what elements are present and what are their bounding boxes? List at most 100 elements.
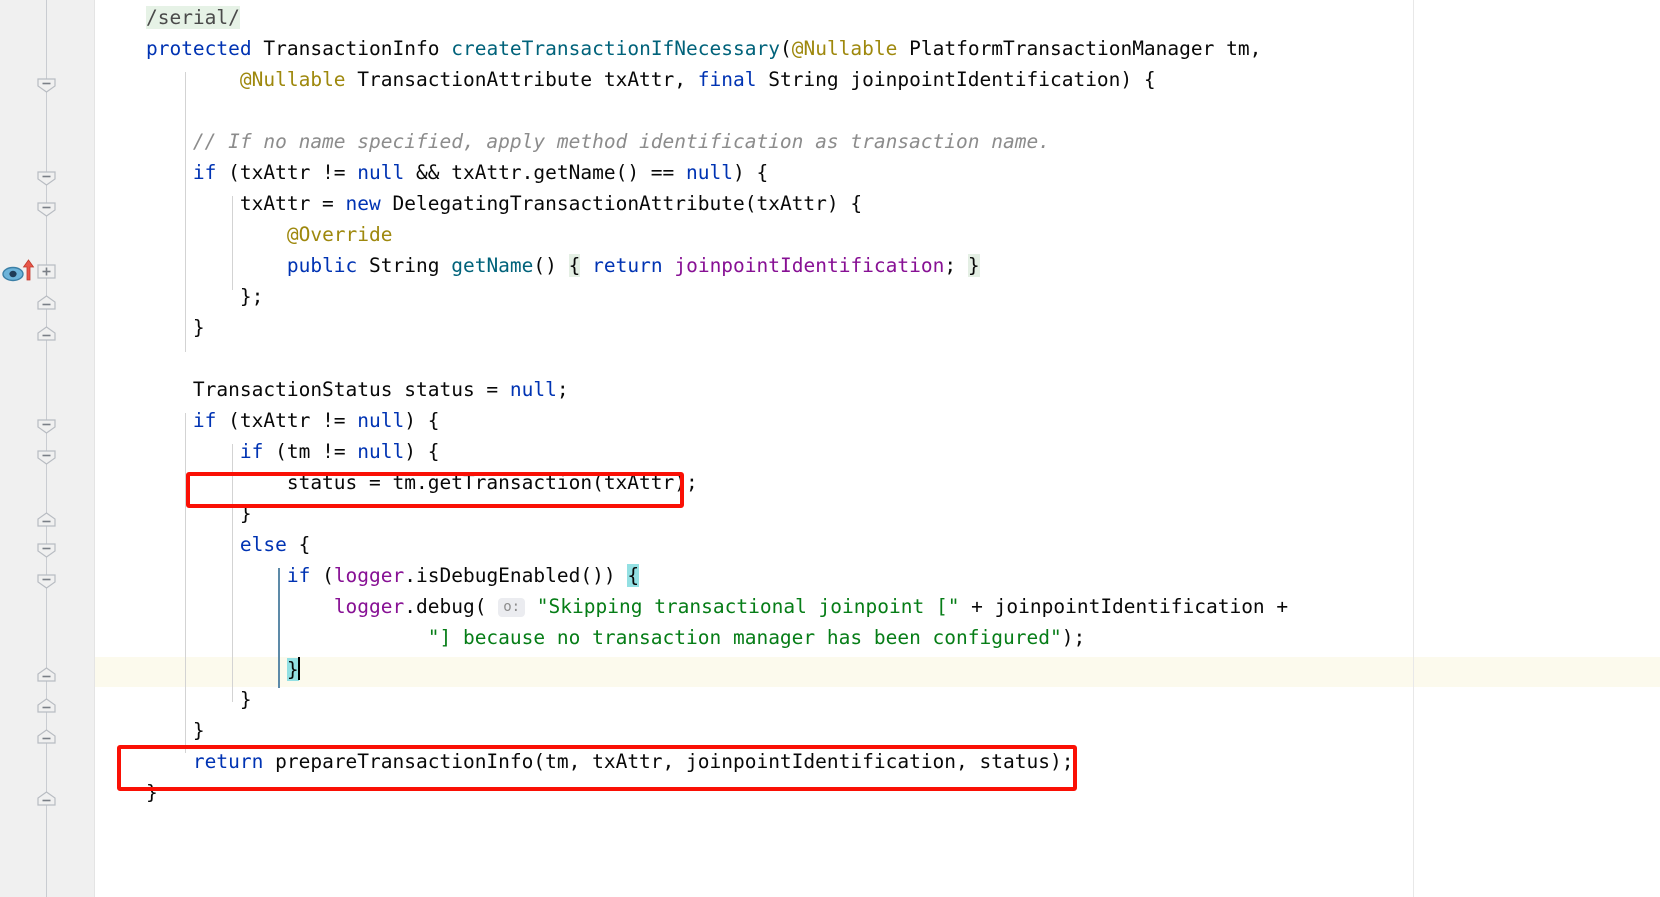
code-token-plain: .isDebugEnabled()) — [404, 564, 628, 587]
code-token-str: "Skipping transactional joinpoint [" — [536, 595, 960, 618]
fold-marker-end[interactable] — [37, 791, 56, 806]
line-close-anon-class[interactable]: }; — [99, 281, 264, 312]
fold-marker-expanded[interactable] — [37, 171, 56, 186]
line-close-else[interactable]: } — [99, 684, 252, 715]
fold-marker-expanded[interactable] — [37, 419, 56, 434]
code-token-kw: null — [357, 440, 405, 463]
line-return-prepare[interactable]: return prepareTransactionInfo(tm, txAttr… — [99, 746, 1074, 777]
code-token-kw: new — [345, 192, 381, 215]
code-token-kw: if — [192, 161, 217, 184]
line-logger-debug-1[interactable]: logger.debug( o: "Skipping transactional… — [99, 591, 1288, 622]
code-token-cmt: // If no name specified, apply method id… — [192, 130, 1050, 153]
code-token-plain: } — [99, 719, 205, 742]
line-txattr-new-delegating[interactable]: txAttr = new DelegatingTransactionAttrib… — [99, 188, 862, 219]
line-else[interactable]: else { — [99, 529, 310, 560]
code-token-kw: else — [239, 533, 287, 556]
code-token-plain: ; — [556, 378, 569, 401]
code-token-plain: ( — [310, 564, 334, 587]
fold-marker-end[interactable] — [37, 667, 56, 682]
line-logger-debug-2[interactable]: "] because no transaction manager has be… — [99, 622, 1085, 653]
overriding-method-icon[interactable] — [2, 258, 38, 282]
editor-gutter[interactable] — [0, 0, 95, 897]
line-folded-serial[interactable]: /serial/ — [99, 2, 240, 33]
code-token-mdecl: getName — [451, 254, 534, 277]
line-status-decl[interactable]: TransactionStatus status = null; — [99, 374, 569, 405]
fold-marker-collapsed[interactable] — [37, 264, 56, 279]
code-token-kw: null — [357, 161, 405, 184]
code-token-plain: PlatformTransactionManager tm, — [897, 37, 1262, 60]
code-token-plain: ) { — [404, 440, 440, 463]
line-public-getname[interactable]: public String getName() { return joinpoi… — [99, 250, 980, 281]
code-token-ann: @Override — [286, 223, 393, 246]
code-token-plain: + joinpointIdentification + — [959, 595, 1289, 618]
code-token-fld: logger — [333, 595, 405, 618]
line-close-if-1[interactable]: } — [99, 312, 205, 343]
fold-marker-end[interactable] — [37, 295, 56, 310]
code-editor[interactable]: /serial/ protected TransactionInfo creat… — [0, 0, 1660, 897]
line-if-debug-enabled[interactable]: if (logger.isDebugEnabled()) { — [99, 560, 640, 591]
line-override-annotation[interactable]: @Override — [99, 219, 393, 250]
line-status-assign[interactable]: status = tm.getTransaction(txAttr); — [99, 467, 698, 498]
code-token-plain: () — [533, 254, 569, 277]
line-close-method[interactable]: } — [99, 777, 158, 808]
code-token-kw: if — [192, 409, 217, 432]
code-token-kw: public — [286, 254, 358, 277]
code-token-plain: { — [286, 533, 311, 556]
code-token-kw: null — [357, 409, 405, 432]
code-token-brace-match: { — [568, 254, 581, 277]
code-token-folded: /serial/ — [145, 6, 240, 29]
code-content[interactable]: /serial/ protected TransactionInfo creat… — [95, 0, 1660, 897]
line-close-if-tm[interactable]: } — [99, 498, 252, 529]
code-token-fld: joinpointIdentification — [674, 254, 945, 277]
fold-marker-expanded[interactable] — [37, 450, 56, 465]
code-token-plain: String joinpointIdentification) { — [756, 68, 1156, 91]
code-token-plain: && txAttr.getName() == — [404, 161, 687, 184]
line-method-signature-2[interactable]: @Nullable TransactionAttribute txAttr, f… — [99, 64, 1156, 95]
code-token-brace-cyan: { — [627, 564, 640, 587]
code-token-plain: .debug( — [404, 595, 499, 618]
line-close-if-txattr[interactable]: } — [99, 715, 205, 746]
fold-marker-expanded[interactable] — [37, 574, 56, 589]
line-comment-if-no-name[interactable]: // If no name specified, apply method id… — [99, 126, 1050, 157]
inlay-parameter-hint[interactable]: o: — [498, 598, 526, 617]
line-if-txattr-getname[interactable]: if (txAttr != null && txAttr.getName() =… — [99, 157, 768, 188]
fold-marker-expanded[interactable] — [37, 543, 56, 558]
code-token-kw: if — [286, 564, 311, 587]
line-blank-1[interactable] — [99, 95, 111, 126]
fold-marker-end[interactable] — [37, 326, 56, 341]
fold-rail — [46, 0, 47, 897]
code-token-plain: prepareTransactionInfo(tm, txAttr, joinp… — [263, 750, 1074, 773]
fold-marker-end[interactable] — [37, 698, 56, 713]
code-token-mdecl: createTransactionIfNecessary — [451, 37, 780, 60]
code-token-plain: (txAttr != — [216, 161, 358, 184]
code-token-kw: return — [192, 750, 264, 773]
code-token-plain: DelegatingTransactionAttribute(txAttr) { — [380, 192, 863, 215]
code-token-kw: return — [592, 254, 663, 277]
code-token-fld: logger — [333, 564, 405, 587]
code-token-plain: ; — [944, 254, 968, 277]
code-token-plain: } — [99, 781, 158, 804]
code-token-kw: protected — [145, 37, 252, 60]
line-close-if-debug[interactable]: } — [99, 653, 300, 684]
line-if-txattr-notnull[interactable]: if (txAttr != null) { — [99, 405, 440, 436]
fold-marker-expanded[interactable] — [37, 78, 56, 93]
line-method-signature-1[interactable]: protected TransactionInfo createTransact… — [99, 33, 1261, 64]
text-caret — [297, 657, 300, 680]
fold-marker-end[interactable] — [37, 512, 56, 527]
fold-marker-end[interactable] — [37, 729, 56, 744]
line-if-tm-notnull[interactable]: if (tm != null) { — [99, 436, 440, 467]
code-token-plain: TransactionStatus status = — [99, 378, 510, 401]
fold-marker-expanded[interactable] — [37, 202, 56, 217]
line-blank-2[interactable] — [99, 343, 111, 374]
code-token-plain: (txAttr != — [216, 409, 358, 432]
